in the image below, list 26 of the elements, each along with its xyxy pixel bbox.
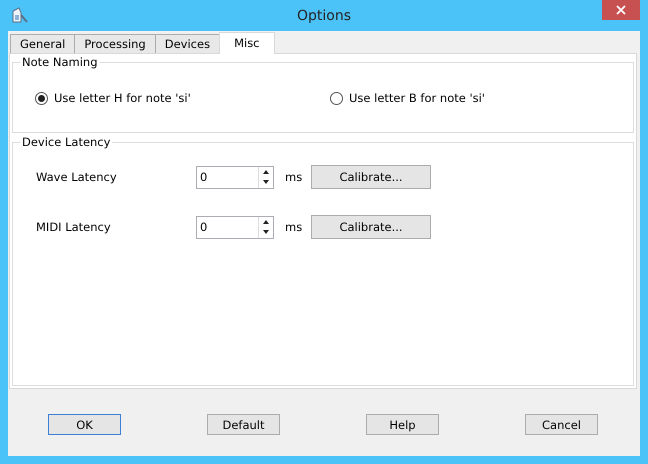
radio-label[interactable]: Use letter H for note 'si' bbox=[54, 91, 191, 105]
dialog-button[interactable]: Default bbox=[207, 414, 280, 435]
close-button[interactable] bbox=[602, 0, 640, 20]
tab[interactable]: Misc bbox=[219, 32, 275, 54]
dialog-button[interactable]: Help bbox=[366, 414, 439, 435]
field-label: Wave Latency bbox=[36, 170, 118, 184]
dialog-button[interactable]: OK bbox=[48, 414, 121, 435]
unit-label: ms bbox=[284, 170, 304, 184]
calibrate-button[interactable]: Calibrate... bbox=[311, 215, 431, 239]
calibrate-button[interactable]: Calibrate... bbox=[311, 165, 431, 189]
radio-button[interactable] bbox=[330, 92, 343, 104]
unit-label: ms bbox=[284, 220, 304, 234]
tab[interactable]: General bbox=[10, 34, 76, 53]
close-icon bbox=[616, 5, 626, 15]
radio-button[interactable] bbox=[35, 92, 48, 104]
spin-field[interactable]: 0 bbox=[196, 166, 274, 188]
window-title: Options bbox=[296, 7, 352, 24]
tab[interactable]: Devices bbox=[154, 34, 220, 53]
dialog-button[interactable]: Cancel bbox=[525, 414, 598, 435]
group-title: Device Latency bbox=[20, 135, 112, 149]
tab[interactable]: Processing bbox=[74, 34, 156, 53]
spin-field[interactable]: 0 bbox=[196, 216, 274, 238]
field-label: MIDI Latency bbox=[36, 220, 112, 234]
app-icon bbox=[10, 5, 30, 25]
radio-label[interactable]: Use letter B for note 'si' bbox=[349, 91, 485, 105]
group-title: Note Naming bbox=[20, 55, 100, 69]
